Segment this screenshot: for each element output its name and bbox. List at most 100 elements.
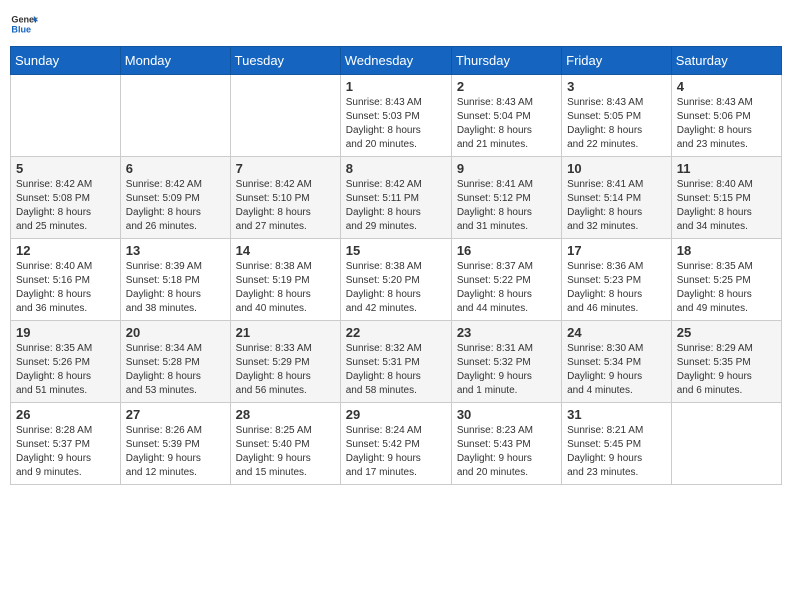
- calendar-header-row: SundayMondayTuesdayWednesdayThursdayFrid…: [11, 47, 782, 75]
- day-number: 15: [346, 243, 446, 258]
- calendar-cell: 11Sunrise: 8:40 AM Sunset: 5:15 PM Dayli…: [671, 157, 781, 239]
- day-info: Sunrise: 8:31 AM Sunset: 5:32 PM Dayligh…: [457, 342, 556, 398]
- day-info: Sunrise: 8:42 AM Sunset: 5:08 PM Dayligh…: [16, 178, 115, 234]
- calendar-cell: 1Sunrise: 8:43 AM Sunset: 5:03 PM Daylig…: [340, 75, 451, 157]
- day-info: Sunrise: 8:43 AM Sunset: 5:05 PM Dayligh…: [567, 96, 666, 152]
- calendar-cell: 18 Sunrise: 8:35 AM Sunset: 5:25 PM Dayli…: [671, 239, 781, 321]
- calendar-cell: 15 Sunrise: 8:38 AM Sunset: 5:20 PM Dayli…: [340, 239, 451, 321]
- day-of-week-header: Wednesday: [340, 47, 451, 75]
- calendar-cell: 31 Sunrise: 8:21 AM Sunset: 5:45 PM Dayli…: [562, 403, 672, 485]
- day-info: Sunrise: 8:42 AM Sunset: 5:11 PM Dayligh…: [346, 178, 446, 234]
- page-header: General Blue: [10, 10, 782, 38]
- day-info: Sunrise: 8:38 AM Sunset: 5:20 PM Dayligh…: [346, 260, 446, 316]
- calendar-cell: 10 Sunrise: 8:41 AM Sunset: 5:14 PM Dayli…: [562, 157, 672, 239]
- day-info: Sunrise: 8:42 AM Sunset: 5:10 PM Dayligh…: [236, 178, 335, 234]
- calendar-week-row: 26 Sunrise: 8:28 AM Sunset: 5:37 PM Dayli…: [11, 403, 782, 485]
- day-number: 31: [567, 407, 666, 422]
- day-number: 3: [567, 79, 666, 94]
- calendar-cell: 24 Sunrise: 8:30 AM Sunset: 5:34 PM Dayli…: [562, 321, 672, 403]
- day-info: Sunrise: 8:43 AM Sunset: 5:04 PM Dayligh…: [457, 96, 556, 152]
- day-info: Sunrise: 8:28 AM Sunset: 5:37 PM Dayligh…: [16, 424, 115, 480]
- calendar-week-row: 5Sunrise: 8:42 AM Sunset: 5:08 PM Daylig…: [11, 157, 782, 239]
- day-number: 20: [126, 325, 225, 340]
- day-of-week-header: Friday: [562, 47, 672, 75]
- calendar-cell: 8 Sunrise: 8:42 AM Sunset: 5:11 PM Daylig…: [340, 157, 451, 239]
- day-info: Sunrise: 8:35 AM Sunset: 5:26 PM Dayligh…: [16, 342, 115, 398]
- day-number: 30: [457, 407, 556, 422]
- calendar-cell: [120, 75, 230, 157]
- calendar-cell: 25Sunrise: 8:29 AM Sunset: 5:35 PM Dayli…: [671, 321, 781, 403]
- day-info: Sunrise: 8:33 AM Sunset: 5:29 PM Dayligh…: [236, 342, 335, 398]
- calendar-cell: [671, 403, 781, 485]
- day-info: Sunrise: 8:43 AM Sunset: 5:06 PM Dayligh…: [677, 96, 776, 152]
- calendar-cell: 5Sunrise: 8:42 AM Sunset: 5:08 PM Daylig…: [11, 157, 121, 239]
- calendar-cell: 30 Sunrise: 8:23 AM Sunset: 5:43 PM Dayli…: [451, 403, 561, 485]
- calendar-cell: 13 Sunrise: 8:39 AM Sunset: 5:18 PM Dayli…: [120, 239, 230, 321]
- day-number: 18: [677, 243, 776, 258]
- day-info: Sunrise: 8:25 AM Sunset: 5:40 PM Dayligh…: [236, 424, 335, 480]
- day-number: 6: [126, 161, 225, 176]
- calendar-cell: 21Sunrise: 8:33 AM Sunset: 5:29 PM Dayli…: [230, 321, 340, 403]
- calendar-cell: 4 Sunrise: 8:43 AM Sunset: 5:06 PM Daylig…: [671, 75, 781, 157]
- day-info: Sunrise: 8:23 AM Sunset: 5:43 PM Dayligh…: [457, 424, 556, 480]
- calendar-cell: [11, 75, 121, 157]
- calendar-week-row: 1Sunrise: 8:43 AM Sunset: 5:03 PM Daylig…: [11, 75, 782, 157]
- day-number: 13: [126, 243, 225, 258]
- day-info: Sunrise: 8:41 AM Sunset: 5:12 PM Dayligh…: [457, 178, 556, 234]
- day-of-week-header: Tuesday: [230, 47, 340, 75]
- day-number: 24: [567, 325, 666, 340]
- day-number: 4: [677, 79, 776, 94]
- calendar-cell: 20 Sunrise: 8:34 AM Sunset: 5:28 PM Dayli…: [120, 321, 230, 403]
- day-of-week-header: Sunday: [11, 47, 121, 75]
- day-number: 16: [457, 243, 556, 258]
- day-info: Sunrise: 8:39 AM Sunset: 5:18 PM Dayligh…: [126, 260, 225, 316]
- day-number: 8: [346, 161, 446, 176]
- logo-icon: General Blue: [10, 10, 38, 38]
- day-number: 22: [346, 325, 446, 340]
- calendar-cell: 3 Sunrise: 8:43 AM Sunset: 5:05 PM Daylig…: [562, 75, 672, 157]
- day-info: Sunrise: 8:24 AM Sunset: 5:42 PM Dayligh…: [346, 424, 446, 480]
- calendar-cell: 29 Sunrise: 8:24 AM Sunset: 5:42 PM Dayli…: [340, 403, 451, 485]
- calendar-cell: 16Sunrise: 8:37 AM Sunset: 5:22 PM Dayli…: [451, 239, 561, 321]
- day-number: 10: [567, 161, 666, 176]
- calendar-table: SundayMondayTuesdayWednesdayThursdayFrid…: [10, 46, 782, 485]
- day-number: 12: [16, 243, 115, 258]
- calendar-cell: 28 Sunrise: 8:25 AM Sunset: 5:40 PM Dayli…: [230, 403, 340, 485]
- day-number: 1: [346, 79, 446, 94]
- day-number: 23: [457, 325, 556, 340]
- day-info: Sunrise: 8:21 AM Sunset: 5:45 PM Dayligh…: [567, 424, 666, 480]
- day-number: 9: [457, 161, 556, 176]
- day-number: 11: [677, 161, 776, 176]
- day-info: Sunrise: 8:40 AM Sunset: 5:16 PM Dayligh…: [16, 260, 115, 316]
- day-number: 28: [236, 407, 335, 422]
- calendar-cell: 22Sunrise: 8:32 AM Sunset: 5:31 PM Dayli…: [340, 321, 451, 403]
- day-number: 25: [677, 325, 776, 340]
- calendar-cell: 7 Sunrise: 8:42 AM Sunset: 5:10 PM Daylig…: [230, 157, 340, 239]
- day-number: 7: [236, 161, 335, 176]
- day-info: Sunrise: 8:30 AM Sunset: 5:34 PM Dayligh…: [567, 342, 666, 398]
- day-info: Sunrise: 8:38 AM Sunset: 5:19 PM Dayligh…: [236, 260, 335, 316]
- svg-text:Blue: Blue: [11, 24, 31, 34]
- day-number: 14: [236, 243, 335, 258]
- day-number: 26: [16, 407, 115, 422]
- day-info: Sunrise: 8:42 AM Sunset: 5:09 PM Dayligh…: [126, 178, 225, 234]
- calendar-cell: 12 Sunrise: 8:40 AM Sunset: 5:16 PM Dayli…: [11, 239, 121, 321]
- calendar-cell: 17 Sunrise: 8:36 AM Sunset: 5:23 PM Dayli…: [562, 239, 672, 321]
- day-info: Sunrise: 8:36 AM Sunset: 5:23 PM Dayligh…: [567, 260, 666, 316]
- calendar-week-row: 12 Sunrise: 8:40 AM Sunset: 5:16 PM Dayli…: [11, 239, 782, 321]
- calendar-cell: 9 Sunrise: 8:41 AM Sunset: 5:12 PM Daylig…: [451, 157, 561, 239]
- day-of-week-header: Monday: [120, 47, 230, 75]
- day-number: 29: [346, 407, 446, 422]
- calendar-cell: 26 Sunrise: 8:28 AM Sunset: 5:37 PM Dayli…: [11, 403, 121, 485]
- calendar-body: 1Sunrise: 8:43 AM Sunset: 5:03 PM Daylig…: [11, 75, 782, 485]
- day-number: 2: [457, 79, 556, 94]
- day-of-week-header: Thursday: [451, 47, 561, 75]
- day-info: Sunrise: 8:35 AM Sunset: 5:25 PM Dayligh…: [677, 260, 776, 316]
- day-number: 17: [567, 243, 666, 258]
- day-info: Sunrise: 8:34 AM Sunset: 5:28 PM Dayligh…: [126, 342, 225, 398]
- day-info: Sunrise: 8:41 AM Sunset: 5:14 PM Dayligh…: [567, 178, 666, 234]
- logo: General Blue: [10, 10, 38, 38]
- calendar-cell: 14 Sunrise: 8:38 AM Sunset: 5:19 PM Dayli…: [230, 239, 340, 321]
- day-number: 27: [126, 407, 225, 422]
- calendar-week-row: 19Sunrise: 8:35 AM Sunset: 5:26 PM Dayli…: [11, 321, 782, 403]
